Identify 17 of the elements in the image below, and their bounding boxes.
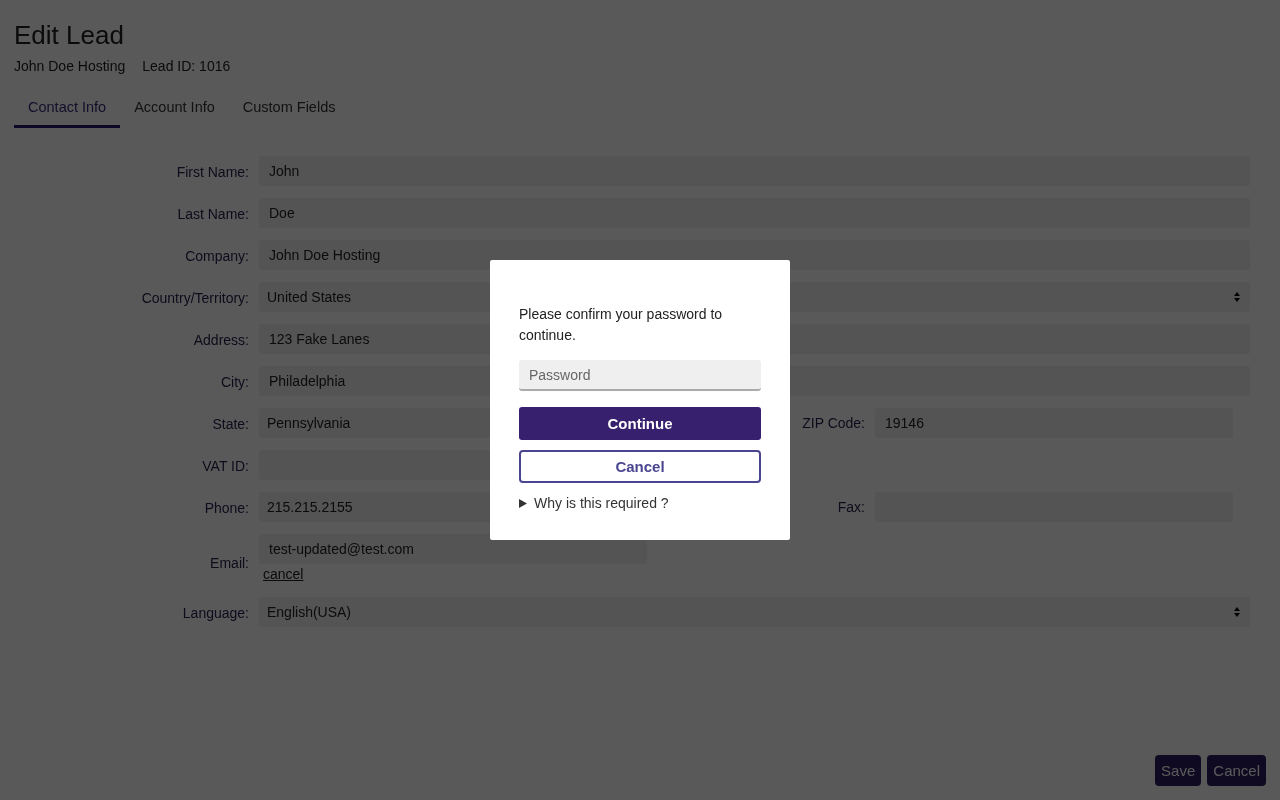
field-label: Last Name: bbox=[176, 205, 250, 224]
field-label: Country/Territory: bbox=[140, 289, 250, 308]
dialog-message: Please confirm your password to continue. bbox=[519, 305, 724, 345]
company-name: John Doe Hosting bbox=[14, 58, 126, 74]
field-label: Address: bbox=[192, 331, 250, 350]
field-label: City: bbox=[220, 373, 250, 392]
field-label: State: bbox=[211, 415, 250, 434]
field-label: First Name: bbox=[175, 163, 250, 182]
field-label: ZIP Code: bbox=[801, 415, 866, 431]
field-label: Fax: bbox=[836, 499, 866, 515]
lead-id: Lead ID: 1016 bbox=[142, 58, 231, 74]
field-label: Email: bbox=[209, 554, 250, 573]
page-title: Edit Lead bbox=[13, 19, 125, 52]
field-label: Company: bbox=[184, 247, 250, 266]
field-label: Language: bbox=[181, 604, 250, 623]
field-label: VAT ID: bbox=[201, 457, 250, 476]
field-label: Phone: bbox=[203, 499, 250, 518]
